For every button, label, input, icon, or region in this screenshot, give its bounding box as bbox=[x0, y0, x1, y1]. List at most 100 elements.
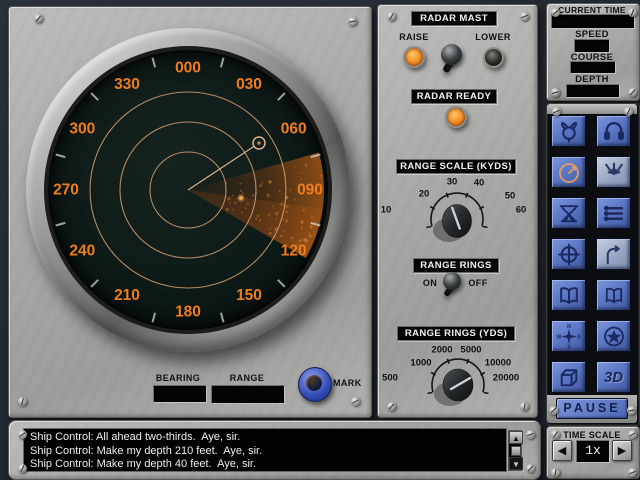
radar-mast-title: RADAR MAST bbox=[411, 11, 497, 26]
time-scale-increase-button[interactable]: ▶ bbox=[612, 440, 632, 461]
screw-icon bbox=[627, 406, 636, 415]
tma-lines-icon bbox=[601, 201, 627, 226]
screw-icon bbox=[552, 107, 561, 116]
screw-icon bbox=[34, 14, 43, 23]
console-scrollbar[interactable]: ▲ ▼ bbox=[508, 430, 522, 471]
screw-icon bbox=[628, 8, 637, 17]
console-frame: Ship Control: All ahead two-thirds. Aye,… bbox=[8, 420, 541, 480]
station-button-medals[interactable] bbox=[596, 320, 631, 352]
range-label: RANGE bbox=[211, 373, 283, 383]
bearing-label: BEARING bbox=[148, 373, 208, 383]
screw-icon bbox=[628, 468, 637, 477]
navigation-crosshair-icon bbox=[556, 242, 582, 267]
bearing-label-270: 270 bbox=[53, 182, 79, 199]
radar-scope[interactable]: 000030060090120150180210240270300330 bbox=[48, 50, 328, 330]
station-button-3d-view[interactable]: 3D bbox=[596, 361, 631, 393]
station-button-sonar[interactable] bbox=[596, 115, 631, 147]
raise-lamp-icon bbox=[403, 46, 425, 68]
station-button-periscope[interactable] bbox=[551, 197, 586, 229]
screw-icon bbox=[551, 468, 560, 477]
pause-button[interactable]: PAUSE bbox=[556, 398, 628, 419]
station-button-library[interactable] bbox=[596, 279, 631, 311]
time-scale-display: 1x bbox=[576, 440, 610, 463]
scrollbar-thumb[interactable] bbox=[511, 446, 521, 456]
bearing-label-300: 300 bbox=[69, 121, 95, 138]
screw-icon bbox=[624, 107, 633, 116]
bearing-label-060: 060 bbox=[281, 121, 307, 138]
speed-display bbox=[574, 39, 610, 53]
contact-center-dot bbox=[257, 141, 261, 145]
scroll-down-button[interactable]: ▼ bbox=[509, 457, 523, 470]
3d-view-label: 3D bbox=[604, 369, 623, 386]
screw-icon bbox=[520, 12, 529, 21]
lower-lamp-icon bbox=[483, 47, 504, 68]
screw-icon bbox=[628, 88, 637, 97]
mark-button[interactable] bbox=[298, 367, 332, 402]
periscope-icon bbox=[556, 201, 582, 226]
message-console: Ship Control: All ahead two-thirds. Aye,… bbox=[23, 428, 507, 472]
screw-icon bbox=[526, 430, 535, 439]
station-button-compass[interactable]: N S W E bbox=[551, 320, 586, 352]
bearing-label-090: 090 bbox=[297, 182, 323, 199]
toggle-knob bbox=[441, 44, 462, 65]
station-button-helm[interactable] bbox=[551, 115, 586, 147]
range-scale-option-30: 30 bbox=[447, 177, 458, 188]
screw-icon bbox=[18, 464, 27, 473]
range-rings-yds-title: RANGE RINGS (YDS) bbox=[397, 326, 515, 341]
bearing-label-150: 150 bbox=[236, 287, 262, 304]
range-rings-yds-option-1000: 1000 bbox=[410, 358, 431, 369]
station-button-tma[interactable] bbox=[596, 197, 631, 229]
range-display bbox=[211, 385, 285, 404]
screw-icon bbox=[387, 402, 396, 411]
bearing-label-000: 000 bbox=[175, 60, 201, 77]
station-button-radar-active[interactable] bbox=[551, 156, 586, 188]
range-rings-yds-option-20000: 20000 bbox=[493, 373, 519, 384]
svg-text:E: E bbox=[577, 334, 581, 340]
range-scale-option-60: 60 bbox=[516, 205, 527, 216]
bearing-label-120: 120 bbox=[281, 243, 307, 260]
range-rings-yds-option-5000: 5000 bbox=[460, 345, 481, 356]
bearing-display bbox=[153, 385, 207, 403]
screw-icon bbox=[628, 430, 637, 439]
screw-icon bbox=[549, 406, 558, 415]
star-medal-icon bbox=[601, 324, 627, 349]
radar-scope-display: 000030060090120150180210240270300330 bbox=[48, 50, 328, 330]
range-rings-yds-option-10000: 10000 bbox=[485, 358, 511, 369]
depth-display bbox=[566, 84, 620, 98]
range-scale-option-20: 20 bbox=[419, 189, 430, 200]
course-display bbox=[570, 61, 616, 74]
radar-mast-toggle[interactable] bbox=[436, 42, 470, 78]
bearing-label-330: 330 bbox=[114, 76, 140, 93]
launch-curve-arrow-icon bbox=[601, 242, 627, 267]
station-button-map[interactable] bbox=[551, 361, 586, 393]
station-button-navigation[interactable] bbox=[551, 238, 586, 270]
toggle-knob bbox=[443, 272, 461, 290]
weapons-arrows-icon bbox=[601, 160, 627, 185]
svg-text:S: S bbox=[567, 344, 571, 348]
range-scale-title: RANGE SCALE (KYDS) bbox=[396, 159, 516, 174]
radar-station-screen: 000030060090120150180210240270300330 BEA… bbox=[0, 0, 640, 480]
helm-icon bbox=[556, 119, 582, 144]
svg-text:W: W bbox=[556, 334, 561, 340]
map-box-icon bbox=[556, 365, 582, 390]
bearing-label-210: 210 bbox=[114, 287, 140, 304]
current-time-display bbox=[551, 14, 635, 29]
screw-icon bbox=[18, 397, 27, 406]
range-scale-option-10: 10 bbox=[381, 205, 392, 216]
radar-icon bbox=[556, 160, 582, 185]
range-rings-yds-knob[interactable] bbox=[415, 343, 501, 429]
range-rings-yds-option-2000: 2000 bbox=[431, 345, 452, 356]
station-button-launch[interactable] bbox=[596, 238, 631, 270]
screw-icon bbox=[18, 430, 27, 439]
console-message-2: Ship Control: Make my depth 40 feet. Aye… bbox=[30, 458, 506, 472]
compass-rose-icon: N S W E bbox=[556, 324, 582, 349]
radar-ready-title: RADAR READY bbox=[411, 89, 497, 104]
station-button-logbook[interactable] bbox=[551, 279, 586, 311]
lower-label: LOWER bbox=[472, 32, 514, 42]
time-scale-decrease-button[interactable]: ◀ bbox=[552, 440, 572, 461]
screw-icon bbox=[520, 402, 529, 411]
scroll-up-button[interactable]: ▲ bbox=[509, 431, 523, 444]
station-button-weapons[interactable] bbox=[596, 156, 631, 188]
range-rings-toggle[interactable] bbox=[438, 270, 470, 304]
screw-icon bbox=[551, 430, 560, 439]
